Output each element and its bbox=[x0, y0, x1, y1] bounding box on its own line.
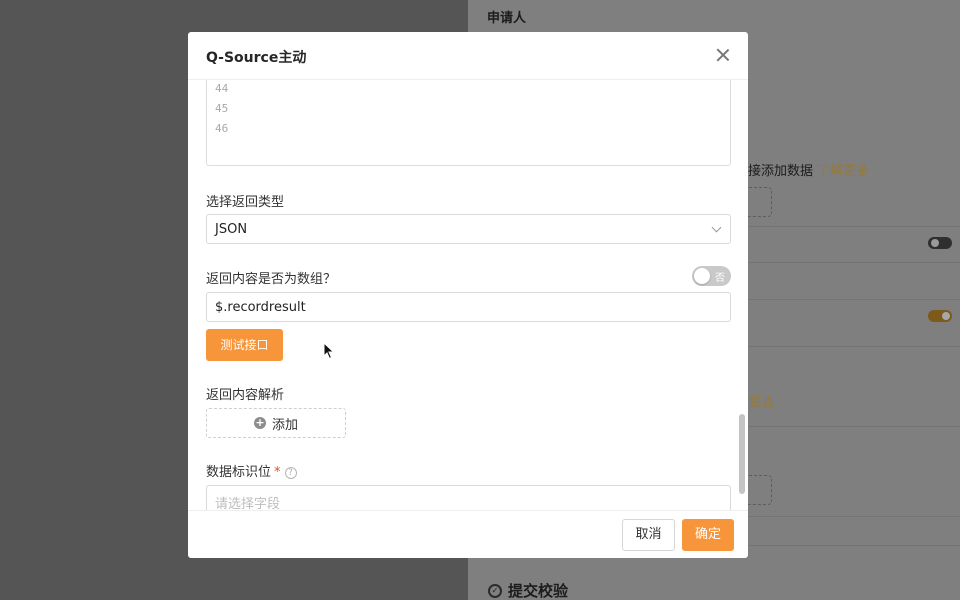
code-editor[interactable]: 44 45 46 bbox=[206, 80, 731, 166]
test-api-button[interactable]: 测试接口 bbox=[206, 329, 283, 361]
chevron-down-icon bbox=[711, 222, 722, 233]
bg-toggle-on[interactable] bbox=[928, 310, 952, 322]
is-array-label: 返回内容是否为数组？ bbox=[206, 272, 337, 287]
bg-learn-more-link[interactable]: 了解更多 bbox=[817, 164, 869, 179]
modal-body[interactable]: 44 45 46 选择返回类型 JSON 返回内容是否为数组？ 否 $.reco… bbox=[188, 80, 748, 510]
line-number: 44 bbox=[215, 82, 229, 95]
identifier-label-text: 数据标识位 bbox=[206, 465, 272, 480]
bg-toggle-off[interactable] bbox=[928, 237, 952, 249]
line-number: 45 bbox=[215, 102, 229, 115]
close-icon[interactable] bbox=[714, 46, 732, 64]
check-circle-icon: ✓ bbox=[488, 583, 502, 598]
is-array-switch[interactable]: 否 bbox=[692, 266, 731, 286]
confirm-button[interactable]: 确定 bbox=[682, 519, 734, 551]
add-button[interactable]: + 添加 bbox=[206, 408, 346, 438]
bg-report-link[interactable]: 报表 bbox=[749, 392, 775, 411]
switch-text: 否 bbox=[715, 273, 725, 284]
cancel-button[interactable]: 取消 bbox=[622, 519, 675, 551]
bg-section-title: 提交校验 bbox=[508, 582, 569, 600]
line-number: 46 bbox=[215, 122, 229, 135]
json-path-input[interactable]: $.recordresult bbox=[206, 292, 731, 322]
modal-scrollbar[interactable] bbox=[739, 414, 745, 494]
bg-applicant-label: 申请人 bbox=[487, 11, 527, 26]
required-mark: * bbox=[274, 465, 281, 480]
cursor-icon bbox=[323, 342, 335, 360]
modal-footer: 取消 确定 bbox=[188, 510, 748, 558]
return-type-select[interactable]: JSON bbox=[206, 214, 731, 244]
question-circle-icon[interactable]: ? bbox=[284, 467, 297, 479]
qsource-modal: Q-Source主动 44 45 46 选择返回类型 JSON 返回内容是否为数… bbox=[188, 32, 748, 558]
plus-circle-icon: + bbox=[253, 416, 266, 429]
identifier-label: 数据标识位 *? bbox=[206, 461, 297, 480]
switch-knob bbox=[694, 268, 710, 284]
return-type-value: JSON bbox=[215, 222, 248, 237]
add-button-label: 添加 bbox=[271, 417, 298, 433]
bg-section-header: ✓ 提交校验 bbox=[488, 580, 568, 600]
identifier-field-select[interactable]: 请选择字段 bbox=[206, 485, 731, 510]
modal-title: Q-Source主动 bbox=[206, 50, 307, 66]
parse-label: 返回内容解析 bbox=[206, 388, 285, 403]
return-type-label: 选择返回类型 bbox=[206, 195, 285, 210]
bg-add-data-text: 接添加数据 了解更多 bbox=[748, 164, 870, 179]
modal-header: Q-Source主动 bbox=[188, 32, 748, 80]
